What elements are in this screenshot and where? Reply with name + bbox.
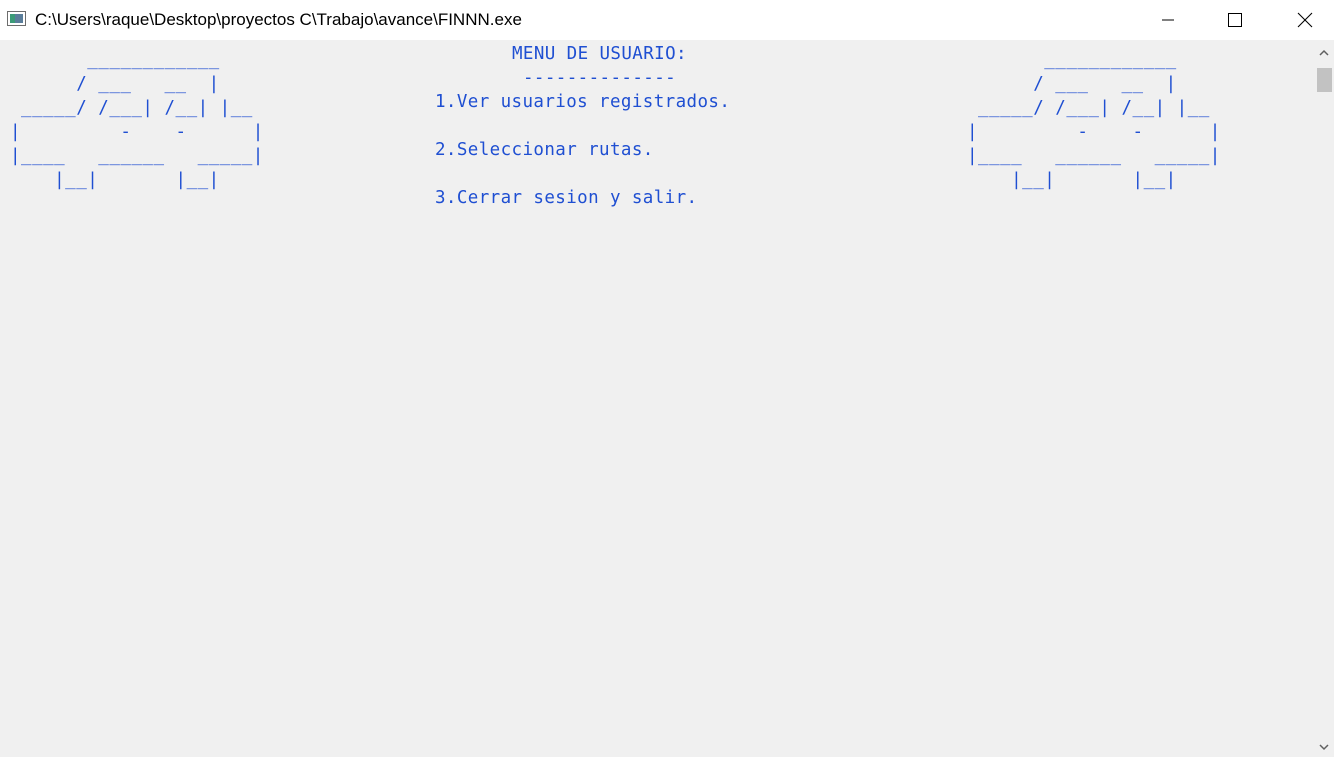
vertical-scrollbar[interactable] [1314,40,1334,757]
close-button[interactable] [1282,0,1328,40]
menu-option-1: 1.Ver usuarios registrados. [435,92,731,112]
console-area[interactable]: ____________ / ___ __ | _____/ /___| /__… [0,40,1314,757]
minimize-icon [1162,19,1174,21]
ascii-car-left: ____________ / ___ __ | _____/ /___| /__… [10,50,264,190]
scroll-down-arrow-icon[interactable] [1319,742,1329,752]
ascii-car-right: ____________ / ___ __ | _____/ /___| /__… [967,50,1221,190]
maximize-icon [1228,13,1242,27]
window-title: C:\Users\raque\Desktop\proyectos C\Traba… [35,10,522,29]
menu-title-underline: -------------- [523,68,677,88]
close-icon [1297,12,1313,28]
title-bar[interactable]: C:\Users\raque\Desktop\proyectos C\Traba… [0,0,1334,40]
maximize-button[interactable] [1212,0,1258,40]
scroll-up-arrow-icon[interactable] [1319,48,1329,58]
menu-option-2: 2.Seleccionar rutas. [435,140,654,160]
scrollbar-thumb[interactable] [1317,68,1332,92]
minimize-button[interactable] [1145,0,1191,40]
menu-option-3: 3.Cerrar sesion y salir. [435,188,698,208]
menu-title: MENU DE USUARIO: [512,44,687,64]
console-app-icon [7,11,26,26]
